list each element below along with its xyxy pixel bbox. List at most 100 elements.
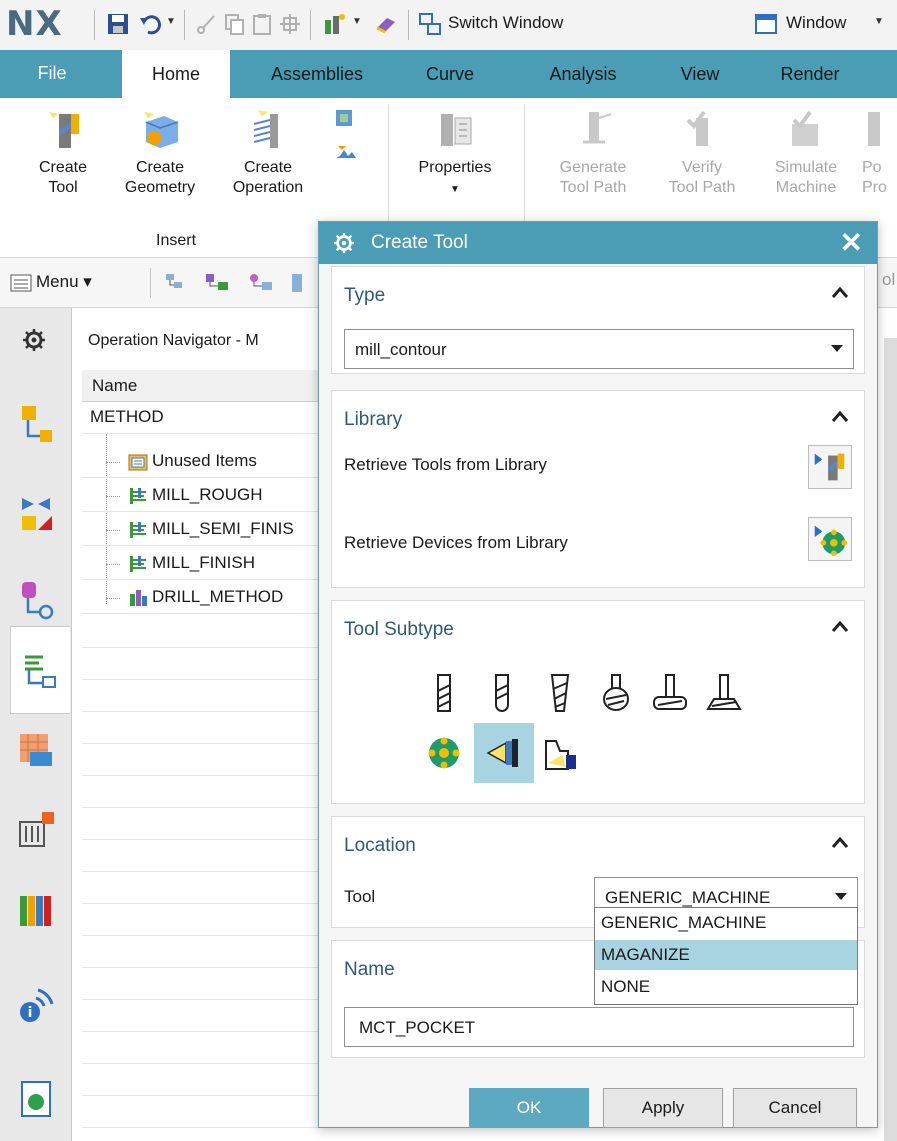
create-geometry-button[interactable]: Create Geometry: [110, 108, 210, 198]
t-cutter-icon[interactable]: [650, 673, 690, 713]
properties-label: Properties: [418, 159, 492, 176]
simulate-machine-button[interactable]: Simulate Machine: [754, 108, 858, 198]
save-icon[interactable]: [106, 12, 130, 36]
pocket-tool-option[interactable]: [474, 723, 534, 783]
properties-dropdown-icon[interactable]: ▼: [450, 184, 460, 195]
dropdown-option-generic-machine[interactable]: GENERIC_MACHINE: [595, 908, 857, 938]
web-browser-icon[interactable]: [14, 1078, 58, 1122]
mill-tool-icon[interactable]: [424, 673, 464, 713]
close-icon[interactable]: ✕: [840, 226, 863, 259]
name-section-title[interactable]: Name: [344, 959, 395, 981]
dropdown-option-none[interactable]: NONE: [595, 972, 857, 1002]
retrieve-devices-button[interactable]: [808, 517, 852, 561]
paste-icon[interactable]: [250, 12, 274, 36]
chevron-up-icon[interactable]: [830, 833, 850, 853]
dialog-title-bar[interactable]: Create Tool ✕: [319, 222, 877, 264]
copy-icon[interactable]: [222, 12, 246, 36]
command-finder-icon[interactable]: [322, 12, 346, 36]
ball-mill-icon[interactable]: [482, 673, 522, 713]
tab-assemblies[interactable]: Assemblies: [242, 50, 392, 98]
tree-line: [106, 530, 120, 531]
retrieve-tools-button[interactable]: [808, 445, 852, 489]
operation-navigator-tab[interactable]: [10, 626, 70, 714]
tab-render[interactable]: Render: [760, 50, 860, 98]
window-icon[interactable]: [754, 12, 778, 36]
post-process-button[interactable]: Po Pro: [862, 108, 897, 198]
reuse-library-icon[interactable]: [14, 888, 58, 932]
simulate-machine-label-2: Machine: [775, 179, 837, 196]
gear-icon[interactable]: [22, 328, 46, 352]
tool-name-value: MCT_POCKET: [359, 1018, 476, 1037]
window-button[interactable]: Window: [786, 13, 846, 33]
separator: [310, 10, 311, 40]
constraint-navigator-icon[interactable]: [14, 490, 58, 534]
properties-button[interactable]: Properties ▼: [400, 108, 510, 200]
type-select[interactable]: mill_contour: [344, 329, 854, 369]
tree-item-label: DRILL_METHOD: [152, 587, 284, 606]
tree-item-label: MILL_FINISH: [152, 553, 255, 572]
tree-item-label: Unused Items: [152, 451, 257, 470]
chevron-up-icon[interactable]: [830, 283, 850, 303]
tab-analysis[interactable]: Analysis: [524, 50, 642, 98]
create-operation-button[interactable]: Create Operation: [214, 108, 322, 198]
chevron-up-icon[interactable]: [830, 617, 850, 637]
location-section-title[interactable]: Location: [344, 835, 416, 857]
menu-button[interactable]: Menu ▾: [36, 272, 92, 292]
machine-tool-view-icon[interactable]: [204, 272, 232, 294]
library-section-title[interactable]: Library: [344, 409, 402, 431]
separator: [150, 268, 151, 298]
tree-line: [106, 496, 120, 497]
type-section: Type mill_contour: [331, 266, 865, 374]
create-program-icon[interactable]: [334, 142, 358, 162]
undo-icon[interactable]: [138, 12, 162, 36]
tool-name-input[interactable]: MCT_POCKET: [344, 1007, 854, 1047]
create-method-icon[interactable]: [334, 108, 354, 128]
tab-curve[interactable]: Curve: [400, 50, 500, 98]
machine-tool-navigator-icon[interactable]: [14, 728, 58, 772]
command-dropdown-icon[interactable]: ▼: [352, 16, 362, 27]
taper-mill-icon[interactable]: [540, 673, 580, 713]
part-navigator-icon[interactable]: [14, 578, 58, 622]
tool-location-dropdown: GENERIC_MACHINE MAGANIZE NONE: [594, 907, 858, 1005]
eraser-icon[interactable]: [374, 12, 398, 36]
machining-method-view-icon[interactable]: [290, 272, 310, 294]
barrel-mill-icon[interactable]: [596, 673, 636, 713]
chevron-up-icon[interactable]: [830, 407, 850, 427]
ok-button[interactable]: OK: [469, 1088, 589, 1128]
cancel-button[interactable]: Cancel: [733, 1088, 857, 1128]
type-section-title[interactable]: Type: [344, 285, 385, 307]
generate-tool-path-button[interactable]: Generate Tool Path: [538, 108, 648, 198]
tab-view[interactable]: View: [660, 50, 740, 98]
create-geometry-label-1: Create: [135, 159, 185, 176]
assembly-navigator-icon[interactable]: [14, 402, 58, 446]
simulate-machine-label-1: Simulate: [774, 159, 838, 176]
dropdown-option-maganize[interactable]: MAGANIZE: [595, 940, 857, 970]
cut-icon[interactable]: [194, 12, 218, 36]
window-dropdown-icon[interactable]: ▼: [874, 16, 884, 27]
properties-icon: [441, 114, 472, 146]
tab-file[interactable]: File: [0, 50, 104, 98]
tool-magazine-icon[interactable]: [424, 733, 464, 773]
help-broadcast-icon[interactable]: i: [14, 984, 58, 1028]
library-section: Library Retrieve Tools from Library Retr…: [331, 390, 865, 588]
switch-window-icon[interactable]: [418, 12, 442, 36]
verify-tool-path-button[interactable]: Verify Tool Path: [652, 108, 752, 198]
graphics-area-edge: [884, 338, 897, 1141]
switch-window-button[interactable]: Switch Window: [448, 13, 563, 33]
apply-button[interactable]: Apply: [603, 1088, 723, 1128]
operation-navigator-icon: [25, 655, 56, 688]
drill-method-icon: [130, 590, 147, 606]
create-tool-button[interactable]: Create Tool: [18, 108, 108, 198]
create-geometry-label-2: Geometry: [124, 179, 196, 196]
program-order-view-icon[interactable]: [164, 272, 188, 294]
tab-home[interactable]: Home: [122, 50, 230, 98]
dovetail-icon[interactable]: [704, 673, 744, 713]
separator: [184, 10, 185, 40]
generate-tool-path-label-1: Generate: [559, 159, 627, 176]
machining-feature-navigator-icon[interactable]: [14, 808, 58, 852]
geometry-view-icon[interactable]: [248, 272, 276, 294]
move-icon[interactable]: [278, 12, 302, 36]
tool-subtype-section-title[interactable]: Tool Subtype: [344, 619, 454, 641]
holder-icon[interactable]: [540, 733, 580, 773]
undo-dropdown-icon[interactable]: ▼: [166, 16, 176, 27]
